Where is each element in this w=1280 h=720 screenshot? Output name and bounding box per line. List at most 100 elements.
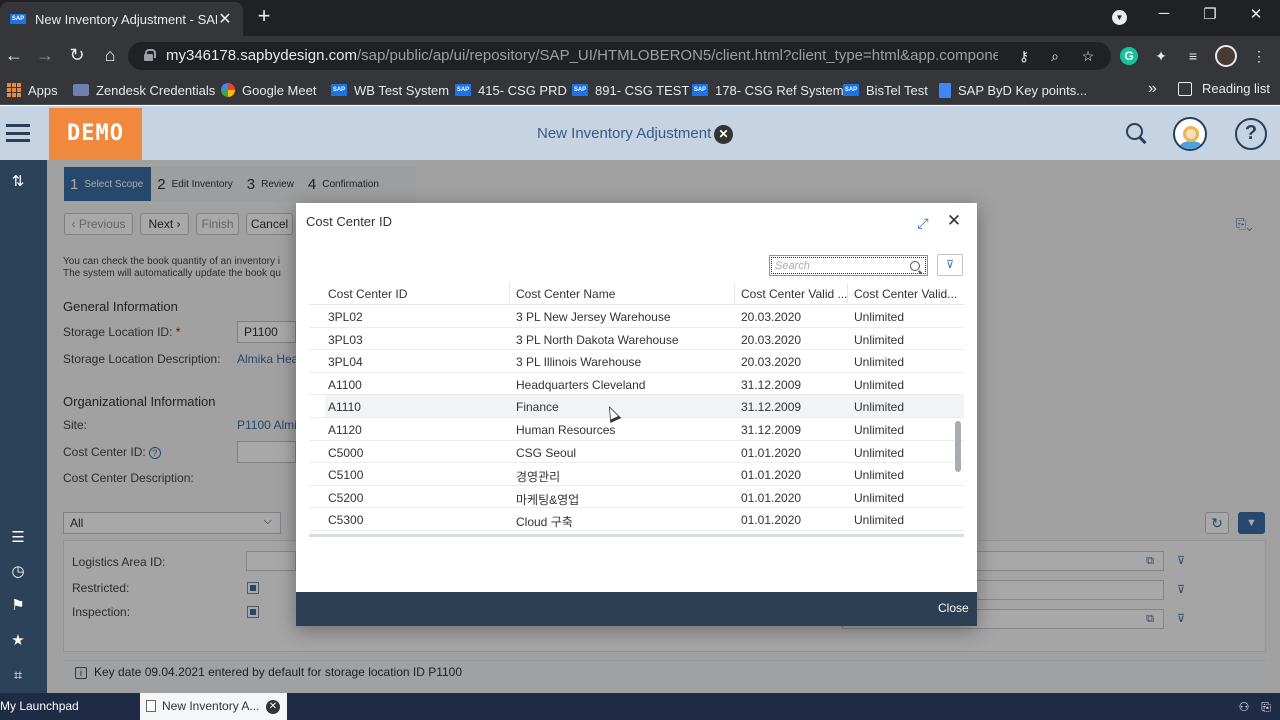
- network-icon[interactable]: ⚇: [1236, 699, 1252, 715]
- url-text[interactable]: my346178.sapbydesign.com/sap/public/ap/u…: [166, 47, 998, 64]
- reload-icon[interactable]: ↻: [65, 43, 89, 67]
- column-separator[interactable]: [847, 283, 848, 303]
- close-button[interactable]: Close: [938, 601, 969, 615]
- row-selector[interactable]: [309, 350, 325, 373]
- table-cell: A1100: [328, 377, 362, 392]
- grammarly-icon[interactable]: G: [1120, 47, 1138, 65]
- new-tab-icon[interactable]: +: [254, 5, 274, 29]
- table-cell: A1110: [328, 400, 361, 415]
- column-separator[interactable]: [734, 283, 735, 303]
- profile-menu-icon[interactable]: ▼: [1112, 10, 1127, 25]
- tab-close-icon[interactable]: ✕: [217, 9, 233, 29]
- media-queue-icon[interactable]: ≡: [1182, 45, 1204, 67]
- bookmark-bistel[interactable]: SAP BisTel Test: [843, 81, 928, 99]
- table-vertical-scrollbar[interactable]: [955, 421, 961, 472]
- bookmark-google-meet[interactable]: Google Meet: [221, 81, 316, 99]
- bookmark-star-icon[interactable]: ☆: [1077, 45, 1099, 67]
- dialog-search[interactable]: [769, 255, 928, 276]
- row-selector[interactable]: [309, 486, 325, 509]
- table-row[interactable]: C5200 마케팅&영업 01.01.2020 Unlimited: [325, 486, 964, 509]
- taskbar-launchpad[interactable]: My Launchpad: [0, 693, 79, 720]
- zoom-icon[interactable]: ⌕: [1044, 45, 1066, 67]
- browser-tab-active[interactable]: SAP New Inventory Adjustment - SAP ✕: [0, 2, 243, 36]
- restore-icon[interactable]: ❐: [1198, 5, 1222, 23]
- user-avatar[interactable]: [1173, 117, 1207, 151]
- key-icon[interactable]: ⚷: [1013, 45, 1035, 67]
- bookmark-178[interactable]: SAP 178- CSG Ref System: [692, 81, 844, 99]
- table-cell: C5000: [328, 445, 364, 460]
- table-row[interactable]: A1120 Human Resources 31.12.2009 Unlimited: [325, 418, 964, 441]
- help-icon[interactable]: ?: [1235, 118, 1267, 150]
- dialog-close-icon[interactable]: ✕: [946, 212, 962, 229]
- window-close-icon[interactable]: ✕: [1244, 5, 1268, 23]
- table-row[interactable]: 3PL04 3 PL Illinois Warehouse 20.03.2020 Un…: [325, 350, 964, 373]
- column-header-valid-to[interactable]: Cost Center Valid...: [854, 287, 957, 301]
- row-selector[interactable]: [309, 305, 325, 328]
- more-bookmarks-icon[interactable]: »: [1148, 80, 1157, 98]
- column-header-valid-from[interactable]: Cost Center Valid ...: [741, 287, 848, 301]
- shell-search-icon[interactable]: [1125, 122, 1147, 144]
- shell-close-icon[interactable]: ✕: [714, 125, 733, 144]
- reading-list-icon: [1178, 81, 1192, 96]
- sap-icon: SAP: [572, 84, 588, 96]
- flag-icon[interactable]: ⚑: [8, 596, 28, 616]
- extensions-icon[interactable]: ✦: [1150, 45, 1172, 67]
- hamburger-menu-icon[interactable]: [6, 124, 30, 142]
- sap-icon: SAP: [692, 84, 708, 96]
- row-selector[interactable]: [309, 441, 325, 464]
- table-row[interactable]: A1110 Finance 31.12.2009 Unlimited: [325, 395, 964, 418]
- taskbar-close-icon[interactable]: ✕: [266, 700, 280, 714]
- minimize-icon[interactable]: ─: [1152, 5, 1176, 22]
- table-cell: 3PL04: [328, 355, 363, 370]
- row-selector[interactable]: [309, 395, 325, 418]
- taskbar-active-window[interactable]: New Inventory A... ✕: [140, 693, 287, 720]
- bookmark-zendesk[interactable]: Zendesk Credentials: [73, 81, 215, 99]
- reading-list-button[interactable]: Reading list: [1178, 81, 1270, 96]
- browser-menu-icon[interactable]: ⋮: [1248, 45, 1270, 67]
- forward-arrow-icon[interactable]: →: [33, 43, 57, 67]
- search-icon[interactable]: [910, 261, 920, 271]
- expand-icon[interactable]: ⤢: [916, 216, 930, 230]
- tag-icon[interactable]: ⌗: [8, 666, 28, 686]
- hierarchy-icon[interactable]: ⇅: [8, 172, 28, 192]
- column-header-id[interactable]: Cost Center ID: [328, 287, 407, 301]
- bookmark-891[interactable]: SAP 891- CSG TEST: [572, 81, 689, 99]
- table-cell: Unlimited: [854, 445, 905, 460]
- row-selector[interactable]: [309, 328, 325, 351]
- bookmark-apps[interactable]: Apps: [7, 81, 58, 99]
- shell-title: New Inventory Adjustment: [537, 125, 712, 142]
- clipboard-icon[interactable]: ⎘: [1258, 699, 1274, 715]
- bookmark-byd-keypoints[interactable]: SAP ByD Key points...: [939, 81, 1087, 99]
- browser-profile-avatar[interactable]: [1215, 45, 1237, 67]
- column-header-name[interactable]: Cost Center Name: [516, 287, 615, 301]
- bookmark-wb-test[interactable]: SAP WB Test System: [331, 81, 449, 99]
- search-input[interactable]: [772, 258, 902, 274]
- table-horizontal-scrollbar[interactable]: [309, 534, 964, 537]
- favorites-star-icon[interactable]: ★: [8, 631, 28, 651]
- home-icon[interactable]: ⌂: [98, 43, 122, 67]
- lock-icon[interactable]: [144, 49, 156, 61]
- table-row[interactable]: C5300 Cloud 구축 01.01.2020 Unlimited: [325, 508, 964, 531]
- dialog-filter-button[interactable]: ⊽: [937, 254, 963, 276]
- table-cell: Finance: [516, 400, 559, 415]
- row-selector[interactable]: [309, 418, 325, 441]
- table-cell: 3 PL North Dakota Warehouse: [516, 332, 679, 347]
- table-row[interactable]: 3PL02 3 PL New Jersey Warehouse 20.03.2020…: [325, 305, 964, 328]
- table-row[interactable]: A1100 Headquarters Cleveland 31.12.2009 Unl…: [325, 373, 964, 396]
- table-row[interactable]: C5000 CSG Seoul 01.01.2020 Unlimited: [325, 441, 964, 464]
- row-selector[interactable]: [309, 508, 325, 531]
- apps-grid-icon: [7, 83, 21, 97]
- bookmark-415[interactable]: SAP 415- CSG PRD: [455, 81, 567, 99]
- clock-icon[interactable]: ◷: [8, 562, 28, 582]
- table-cell: 31.12.2009: [741, 400, 802, 415]
- row-selector[interactable]: [309, 463, 325, 486]
- table-cell: Unlimited: [854, 355, 905, 370]
- column-separator[interactable]: [509, 283, 510, 303]
- back-arrow-icon[interactable]: ←: [2, 43, 26, 67]
- table-row[interactable]: 3PL03 3 PL North Dakota Warehouse 20.03.20…: [325, 328, 964, 351]
- row-selector[interactable]: [309, 373, 325, 396]
- list-icon[interactable]: ☰: [8, 528, 28, 548]
- table-cell: 3 PL New Jersey Warehouse: [516, 310, 671, 324]
- table-cell: 01.01.2020: [741, 468, 802, 483]
- table-row[interactable]: C5100 경영관리 01.01.2020 Unlimited: [325, 463, 964, 486]
